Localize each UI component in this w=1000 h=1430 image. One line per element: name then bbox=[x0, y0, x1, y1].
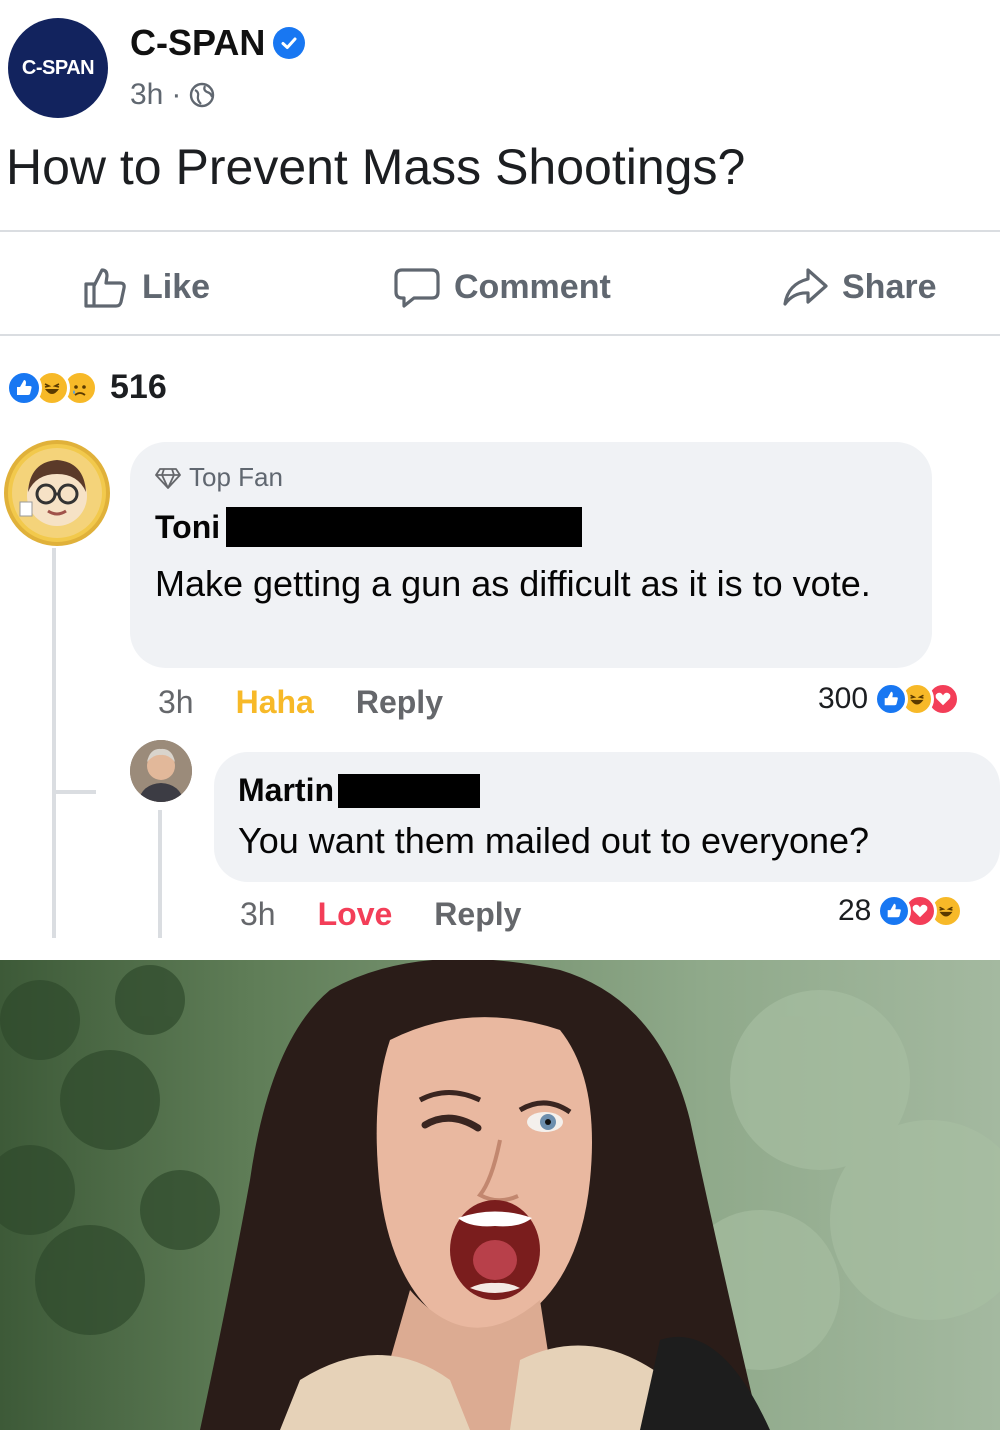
post-meta: 3h · bbox=[130, 78, 215, 112]
commenter-avatar-toni[interactable] bbox=[4, 440, 110, 546]
redaction-bar bbox=[226, 507, 583, 547]
haha-reaction-button[interactable]: Haha bbox=[236, 684, 314, 721]
love-reaction-button[interactable]: Love bbox=[318, 896, 393, 933]
like-label: Like bbox=[142, 267, 211, 306]
thread-line-reply bbox=[158, 810, 162, 938]
thumbs-up-icon bbox=[84, 268, 126, 308]
reaction-count: 516 bbox=[110, 368, 167, 406]
like-button[interactable]: Like bbox=[82, 262, 210, 312]
page-name-row: C-SPAN bbox=[130, 22, 306, 64]
reply-button[interactable]: Reply bbox=[434, 896, 521, 933]
comment-reactions[interactable]: 300 bbox=[818, 682, 961, 716]
share-button[interactable]: Share bbox=[782, 262, 937, 312]
top-fan-label: Top Fan bbox=[189, 462, 283, 492]
reply-button[interactable]: Reply bbox=[356, 684, 443, 721]
comment-meta: 3h Haha Reply bbox=[158, 684, 443, 721]
avatar-illustration bbox=[12, 448, 102, 538]
comment-button[interactable]: Comment bbox=[394, 262, 611, 312]
reaction-photo bbox=[0, 960, 1000, 1430]
like-reaction-icon bbox=[6, 369, 42, 406]
divider-bottom bbox=[0, 334, 1000, 336]
comment-text: Make getting a gun as difficult as it is… bbox=[155, 563, 871, 604]
page-avatar[interactable]: C-SPAN bbox=[8, 18, 108, 118]
comment-bubble-icon bbox=[394, 268, 440, 308]
page-logo-text: C-SPAN bbox=[21, 56, 95, 79]
comment-author[interactable]: Toni bbox=[155, 509, 220, 546]
verified-badge-icon bbox=[273, 27, 306, 59]
diamond-icon bbox=[155, 467, 181, 489]
commenter-avatar-martin[interactable] bbox=[130, 740, 192, 802]
reply-reaction-count: 28 bbox=[838, 894, 872, 927]
post-time[interactable]: 3h bbox=[130, 78, 163, 112]
comment-reaction-count: 300 bbox=[818, 682, 869, 715]
avatar-photo bbox=[130, 740, 192, 802]
reply-text: You want them mailed out to everyone? bbox=[238, 820, 870, 861]
reply-author-row: Martin bbox=[238, 772, 480, 809]
comment-author-row: Toni bbox=[155, 507, 583, 547]
share-arrow-icon bbox=[783, 268, 828, 306]
page-name[interactable]: C-SPAN bbox=[130, 22, 265, 64]
comment-label: Comment bbox=[454, 267, 611, 306]
like-reaction-icon bbox=[877, 894, 912, 928]
reply-time[interactable]: 3h bbox=[240, 896, 276, 933]
top-fan-badge: Top Fan bbox=[155, 462, 283, 493]
divider-top bbox=[0, 230, 1000, 232]
share-label: Share bbox=[842, 267, 937, 306]
winking-woman-illustration bbox=[0, 960, 1000, 1430]
reply-reactions[interactable]: 28 bbox=[838, 894, 964, 928]
reactions-summary[interactable]: 516 bbox=[6, 368, 167, 407]
redaction-bar bbox=[338, 773, 480, 808]
thread-branch bbox=[56, 790, 96, 794]
thread-line bbox=[52, 548, 56, 938]
post-text: How to Prevent Mass Shootings? bbox=[6, 139, 746, 195]
reply-meta: 3h Love Reply bbox=[240, 896, 521, 933]
comment-time[interactable]: 3h bbox=[158, 684, 194, 721]
reply-author[interactable]: Martin bbox=[238, 772, 334, 809]
like-reaction-icon bbox=[874, 682, 909, 716]
globe-icon bbox=[190, 82, 215, 108]
meta-separator: · bbox=[171, 78, 182, 111]
